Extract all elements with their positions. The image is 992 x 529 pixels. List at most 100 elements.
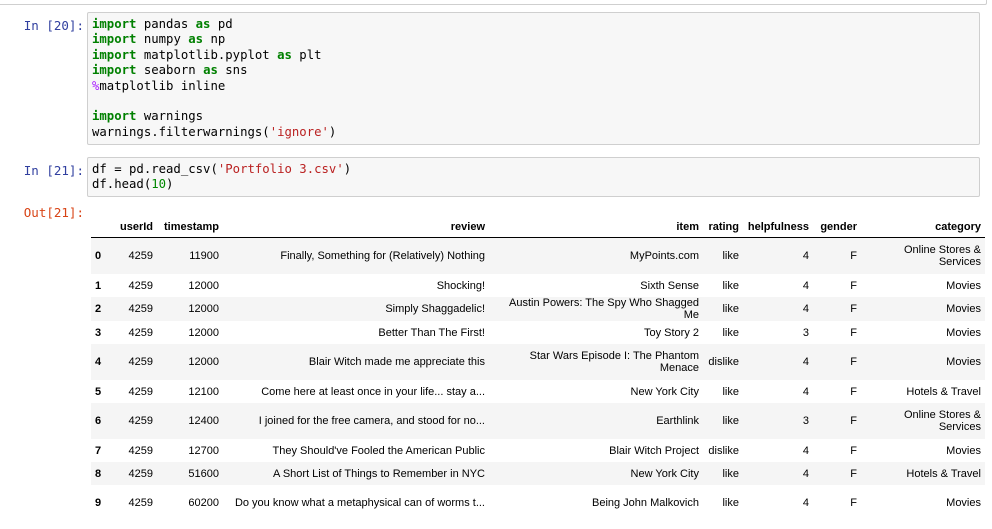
cell-timestamp: 12000 (188, 303, 219, 315)
code-token: ) (166, 177, 174, 192)
cell-timestamp: 12100 (188, 385, 219, 398)
cell-userid: 4259 (128, 415, 153, 427)
cell-item: Austin Powers: The Spy Who Shagged Me (509, 297, 699, 321)
code-token: seaborn (136, 63, 204, 78)
cell-helpfulness: 4 (802, 356, 809, 368)
cell-helpfulness: 3 (802, 415, 809, 427)
code-token: as (203, 63, 218, 78)
cell-review: Simply Shaggadelic! (385, 303, 485, 315)
cell-gender: F (850, 279, 857, 292)
code-token: pd (210, 17, 233, 31)
code-input-area[interactable]: import pandas as pd import numpy as np imp… (87, 12, 980, 145)
code-token: sns (217, 63, 248, 78)
table-row: 6 4259 12400 I joined for the free camera, … (91, 403, 985, 439)
cell-timestamp: 11900 (189, 250, 219, 262)
cell-rating: like (722, 303, 739, 315)
cell-gender: F (850, 250, 857, 262)
column-header-helpfulness: helpfulness (743, 217, 813, 238)
table-row: 7 4259 12700 They Should've Fooled the Amer… (91, 439, 985, 462)
cell-helpfulness: 4 (802, 303, 809, 315)
table-row: 1 4259 12000 Shocking! Sixth Sense like 4 F Movi… (91, 274, 985, 297)
column-header-rating: rating (703, 217, 743, 238)
cell-helpfulness: 4 (802, 250, 809, 262)
code-cell-read-csv[interactable]: In [21]: df = pd.read_csv('Portfolio 3.c… (0, 157, 992, 197)
code-line: import pandas as pd (92, 17, 975, 32)
cell-helpfulness: 4 (802, 385, 809, 398)
code-token: numpy (136, 32, 189, 47)
cell-gender: F (850, 444, 857, 457)
cell-item: Blair Witch Project (609, 444, 699, 457)
cell-helpfulness: 4 (802, 279, 809, 292)
cell-review: Do you know what a metaphysical can of w… (234, 497, 485, 509)
input-prompt: In [21]: (23, 163, 84, 178)
table-row: 5 4259 12100 Come here at least once in you… (91, 380, 985, 403)
cell-index: 2 (95, 303, 102, 315)
code-token: ) (343, 162, 352, 176)
code-token: as (277, 47, 292, 62)
cell-rating: like (722, 497, 739, 509)
cell-review: They Should've Fooled the American Publi… (272, 444, 485, 457)
cell-item: New York City (630, 467, 699, 480)
cell-index: 6 (95, 415, 102, 427)
cell-gender: F (850, 467, 857, 480)
cell-category: Movies (946, 326, 981, 339)
cell-index: 7 (95, 444, 102, 457)
cell-gender: F (850, 356, 857, 368)
cell-review: I joined for the free camera, and stood … (258, 415, 485, 427)
cell-timestamp: 12000 (188, 356, 219, 368)
cell-rating: dislike (708, 444, 739, 457)
cell-timestamp: 12400 (188, 415, 219, 427)
cell-userid: 4259 (128, 444, 153, 457)
cell-index: 3 (95, 326, 102, 339)
cell-timestamp: 12700 (188, 444, 219, 457)
cell-index: 8 (95, 467, 102, 480)
code-token: plt (291, 47, 322, 62)
table-row: 9 4259 60200 Do you know what a metaphysica… (91, 485, 985, 521)
cell-userid: 4259 (128, 356, 153, 368)
code-line: import seaborn as sns (92, 63, 975, 78)
cell-review: Better Than The First! (378, 326, 485, 339)
cell-gender: F (850, 326, 857, 339)
cell-timestamp: 12000 (188, 279, 219, 292)
cell-review: Blair Witch made me appreciate this (308, 356, 485, 368)
cell-review: Finally, Something for (Relatively) Noth… (280, 250, 485, 262)
code-line: import numpy as np (92, 32, 975, 47)
cell-category: Movies (946, 356, 981, 368)
cell-helpfulness: 4 (802, 497, 809, 509)
code-input-area[interactable]: df = pd.read_csv('Portfolio 3.csv') df.he… (87, 157, 980, 197)
cell-userid: 4259 (128, 385, 153, 398)
code-token: import (92, 63, 137, 78)
table-row: 4 4259 12000 Blair Witch made me appreciate… (91, 344, 985, 380)
table-row: 3 4259 12000 Better Than The First! Toy Stor… (91, 321, 985, 344)
code-token: import (92, 47, 137, 62)
column-header-item: item (489, 217, 703, 238)
cell-userid: 4259 (128, 497, 153, 509)
code-line: %matplotlib inline (92, 79, 975, 94)
code-token: 'ignore' (269, 124, 329, 139)
code-token: pandas (136, 17, 196, 31)
table-row: 8 4259 51600 A Short List of Things to Reme… (91, 462, 985, 485)
code-token: ) (328, 124, 337, 139)
cell-gender: F (850, 497, 857, 509)
cell-rating: like (722, 250, 739, 262)
cell-category: Online Stores & Services (903, 244, 981, 268)
column-header-timestamp: timestamp (157, 217, 223, 238)
cell-rating: like (722, 326, 739, 339)
code-token: matplotlib.pyplot (136, 47, 278, 62)
code-token: np (203, 32, 226, 47)
table-row: 0 4259 11900 Finally, Something for (Relati… (91, 237, 985, 274)
cell-timestamp: 51600 (188, 467, 219, 480)
code-token: 'Portfolio 3.csv' (217, 162, 344, 176)
code-token: df = pd.read_csv( (92, 162, 218, 176)
cell-userid: 4259 (128, 326, 153, 339)
column-header-review: review (223, 217, 489, 238)
cell-timestamp: 60200 (188, 497, 219, 509)
cell-review: Come here at least once in your life... … (261, 385, 485, 398)
code-token: import (92, 32, 137, 47)
column-header-userid: userId (109, 217, 157, 238)
code-cell-imports[interactable]: In [20]: import pandas as pd import numpy… (0, 12, 992, 146)
code-token: warnings (136, 109, 204, 124)
cell-item: Toy Story 2 (643, 326, 699, 339)
cell-category: Movies (946, 303, 981, 315)
